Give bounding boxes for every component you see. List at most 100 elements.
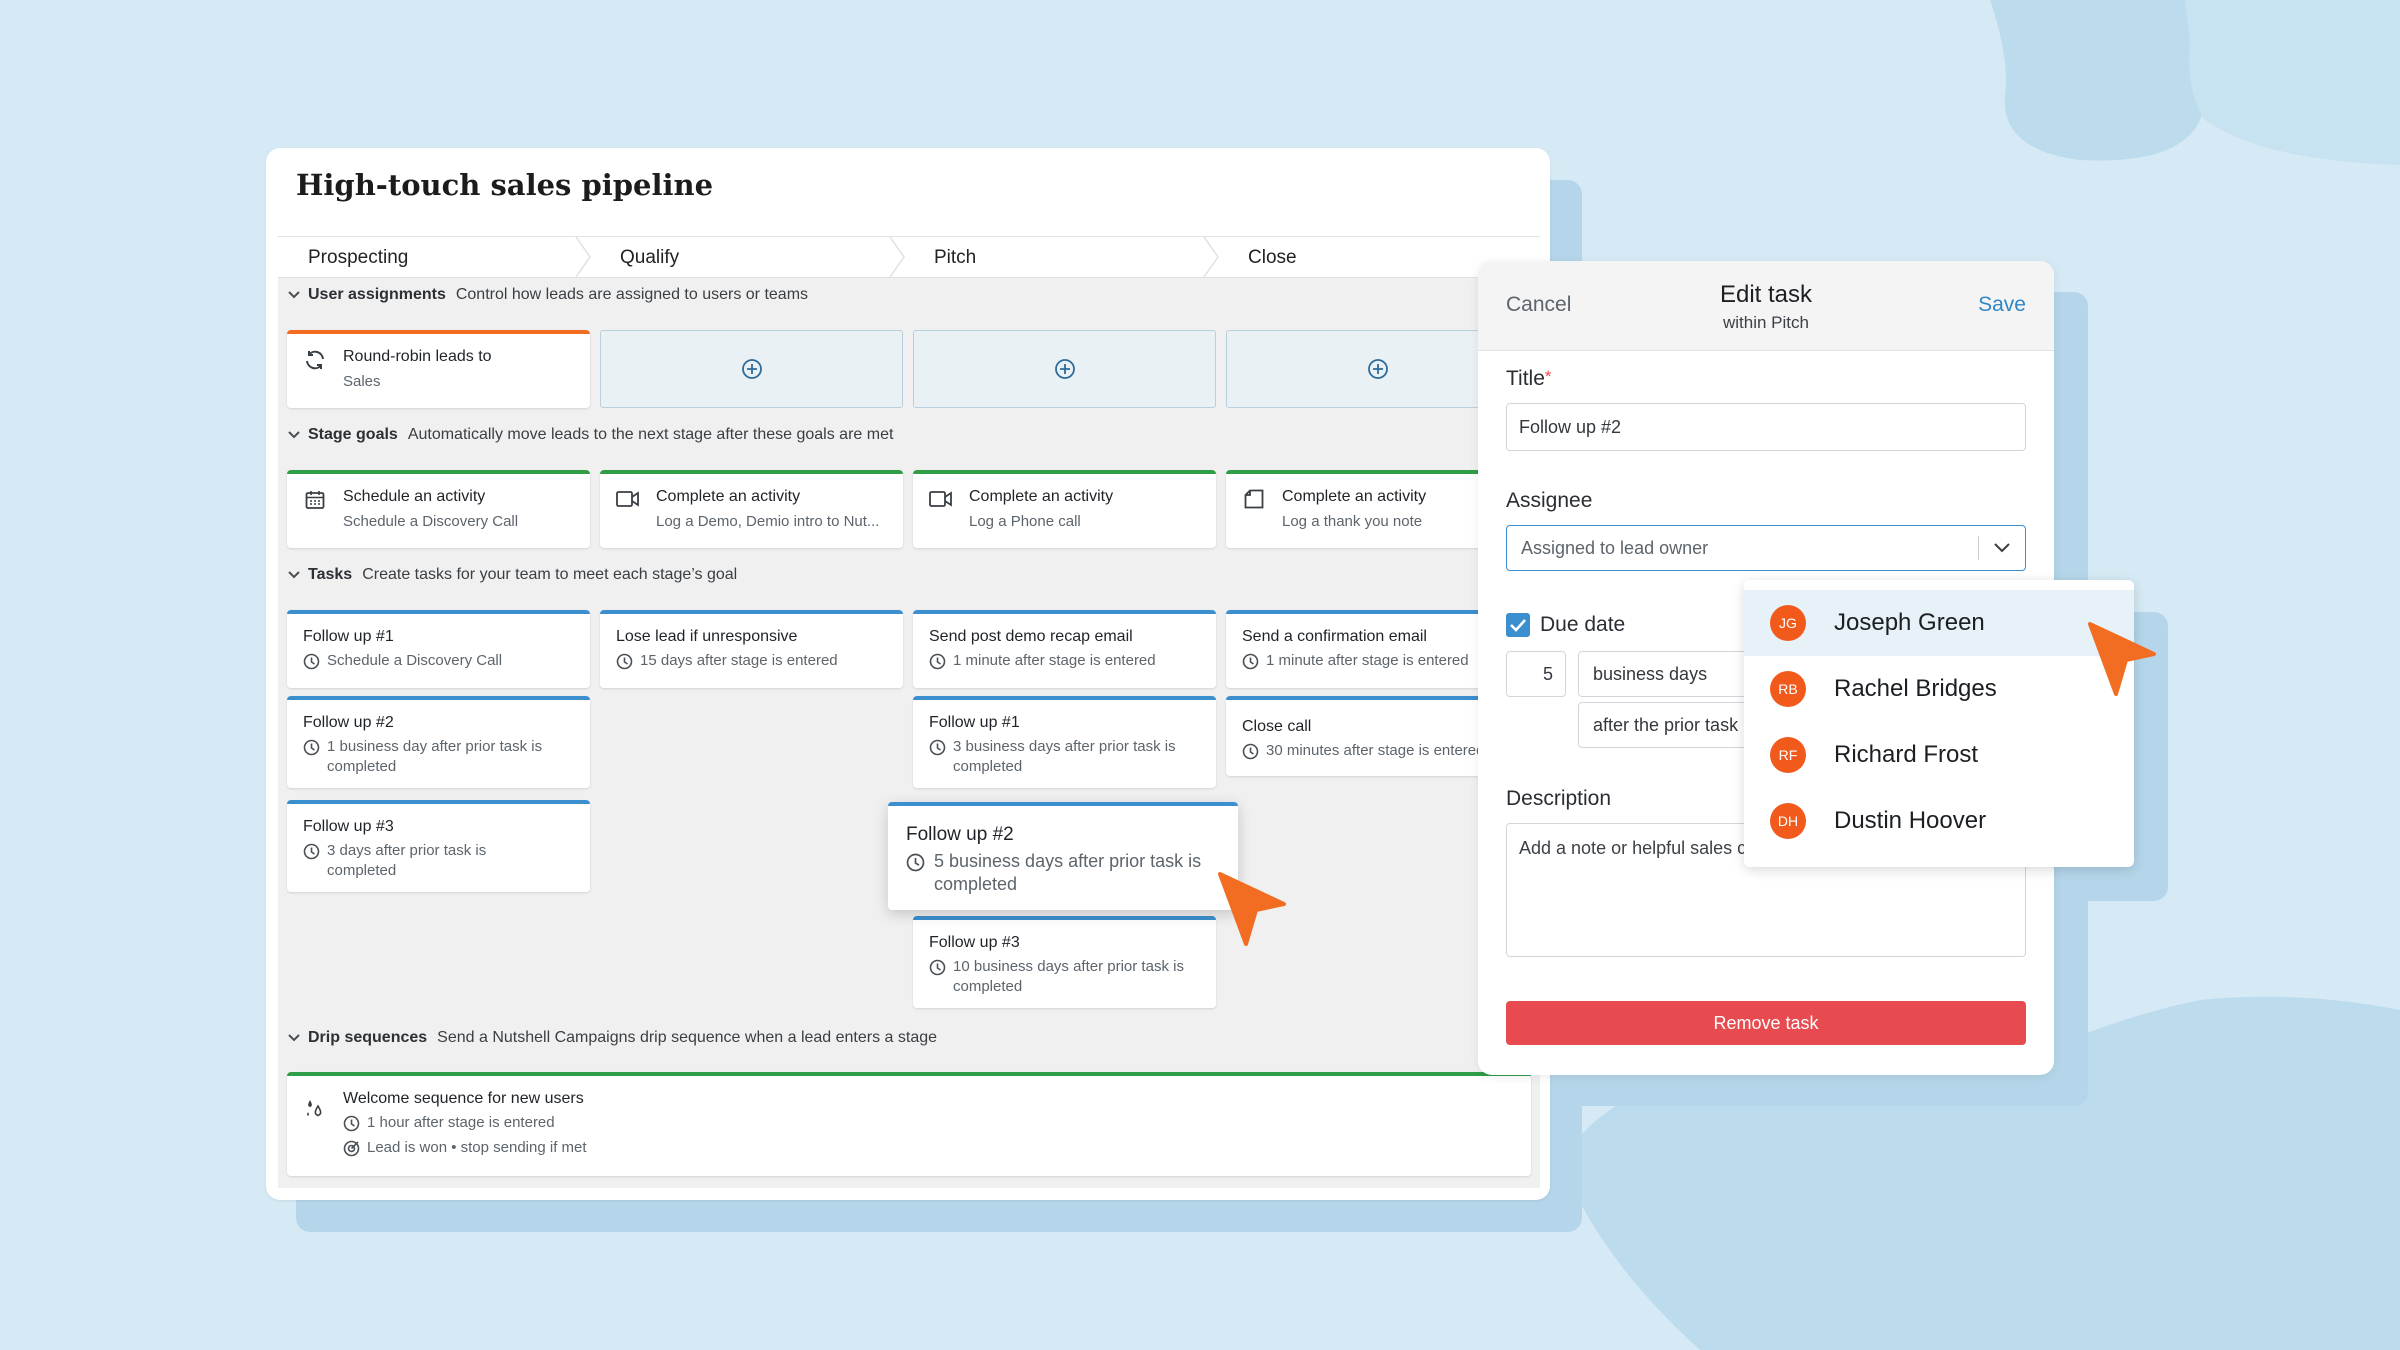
chevron-down-icon	[1994, 543, 2010, 553]
clock-icon	[929, 739, 946, 756]
assignee-name: Richard Frost	[1834, 741, 1979, 768]
tile-subtitle: Schedule a Discovery Call	[327, 652, 503, 669]
section-description: Create tasks for your team to meet each …	[362, 566, 738, 583]
due-date-checkbox[interactable]	[1506, 613, 1530, 637]
cursor-arrow-icon	[1218, 872, 1286, 946]
tile-title: Complete an activity	[656, 488, 801, 505]
cursor-arrow-icon	[2088, 622, 2156, 696]
drip-sequence-tile[interactable]: Welcome sequence for new users 1 hour af…	[287, 1072, 1531, 1176]
goal-tile[interactable]: Complete an activity Log a Demo, Demio i…	[600, 470, 903, 548]
clock-icon	[929, 653, 946, 670]
tile-subtitle: 5 business days after prior task is comp…	[934, 851, 1202, 894]
section-user-assignments[interactable]: User assignments Control how leads are a…	[278, 280, 808, 310]
plus-circle-icon	[1054, 359, 1075, 379]
task-tile[interactable]: Follow up #1 Schedule a Discovery Call	[287, 610, 590, 688]
goal-tile[interactable]: Schedule an activity Schedule a Discover…	[287, 470, 590, 548]
task-tile[interactable]: Send post demo recap email 1 minute afte…	[913, 610, 1216, 688]
tile-accent-line	[287, 470, 590, 474]
assignee-name: Dustin Hoover	[1834, 807, 1987, 834]
tile-accent-line	[600, 470, 903, 474]
tile-accent-line	[913, 470, 1216, 474]
assignee-option[interactable]: DH Dustin Hoover	[1744, 788, 2134, 854]
assignee-option[interactable]: JG Joseph Green	[1744, 590, 2134, 656]
tile-accent-line	[287, 610, 590, 614]
tile-subtitle: Log a Phone call	[969, 513, 1081, 530]
tile-title: Lose lead if unresponsive	[616, 628, 798, 645]
clock-icon	[343, 1115, 360, 1132]
stage-prospecting[interactable]: Prospecting	[308, 237, 408, 277]
tile-subtitle: Sales	[343, 373, 381, 390]
section-tasks[interactable]: Tasks Create tasks for your team to meet…	[278, 560, 737, 590]
task-tile[interactable]: Follow up #3 10 business days after prio…	[913, 916, 1216, 1008]
tile-stop-condition: Lead is won • stop sending if met	[367, 1139, 587, 1156]
section-drip-sequences[interactable]: Drip sequences Send a Nutshell Campaigns…	[278, 1023, 937, 1053]
assignee-label: Assignee	[1506, 489, 1593, 512]
checkmark-icon	[1510, 619, 1526, 632]
tile-title: Send a confirmation email	[1242, 628, 1427, 645]
title-label: Title*	[1506, 367, 1552, 391]
save-button[interactable]: Save	[1978, 293, 2026, 317]
dragged-task-tile[interactable]: Follow up #2 5 business days after prior…	[888, 802, 1238, 910]
tile-subtitle: Log a thank you note	[1282, 513, 1423, 530]
section-title: Tasks	[308, 566, 353, 583]
assignee-select-value: Assigned to lead owner	[1521, 538, 1709, 558]
select-divider	[1978, 536, 1979, 560]
due-date-label: Due date	[1540, 613, 1626, 636]
refresh-icon	[306, 350, 324, 370]
avatar: DH	[1770, 803, 1806, 839]
chevron-down-icon	[280, 290, 308, 300]
avatar: JG	[1770, 605, 1806, 641]
pipeline-panel: High-touch sales pipeline Prospecting Qu…	[266, 148, 1550, 1200]
section-description: Send a Nutshell Campaigns drip sequence …	[437, 1029, 938, 1046]
target-icon	[343, 1140, 360, 1157]
tile-subtitle: 30 minutes after stage is entered	[1266, 742, 1485, 759]
edit-task-title: Edit task	[1719, 281, 1813, 308]
task-tile[interactable]: Follow up #2 1 business day after prior …	[287, 696, 590, 788]
goal-tile[interactable]: Complete an activity Log a Phone call	[913, 470, 1216, 548]
section-stage-goals[interactable]: Stage goals Automatically move leads to …	[278, 420, 893, 450]
add-assignment-button[interactable]	[600, 330, 903, 408]
tile-title: Round-robin leads to	[343, 348, 492, 365]
add-assignment-button[interactable]	[913, 330, 1216, 408]
section-description: Automatically move leads to the next sta…	[407, 426, 894, 443]
tile-accent-line	[287, 800, 590, 804]
clock-icon	[929, 959, 946, 976]
tile-accent-line	[913, 696, 1216, 700]
tile-title: Send post demo recap email	[929, 628, 1133, 645]
assignee-option[interactable]: RB Rachel Bridges	[1744, 656, 2134, 722]
plus-circle-icon	[741, 359, 762, 379]
tile-accent-line	[287, 1072, 1531, 1076]
assignee-select[interactable]: Assigned to lead owner	[1506, 525, 2026, 571]
assignee-option[interactable]: RF Richard Frost	[1744, 722, 2134, 788]
clock-icon	[303, 653, 320, 670]
assignment-tile[interactable]: Round-robin leads to Sales	[287, 330, 590, 408]
section-title: User assignments	[308, 286, 446, 303]
remove-task-button[interactable]: Remove task	[1506, 1001, 2026, 1045]
section-description: Control how leads are assigned to users …	[455, 286, 809, 303]
task-tile[interactable]: Lose lead if unresponsive 15 days after …	[600, 610, 903, 688]
task-tile[interactable]: Follow up #3 3 days after prior task is …	[287, 800, 590, 892]
tile-title: Follow up #2	[906, 824, 1014, 845]
video-icon	[616, 491, 639, 507]
stage-qualify[interactable]: Qualify	[620, 237, 679, 277]
pipeline-title: High-touch sales pipeline	[296, 168, 714, 202]
tile-subtitle: 3 business days after prior task is comp…	[953, 738, 1176, 775]
clock-icon	[1242, 653, 1259, 670]
stage-divider	[1203, 237, 1219, 277]
stage-pitch[interactable]: Pitch	[934, 237, 976, 277]
title-input[interactable]: Follow up #2	[1506, 403, 2026, 451]
tile-title: Follow up #3	[929, 934, 1020, 951]
tile-subtitle: 15 days after stage is entered	[640, 652, 838, 669]
stage-close[interactable]: Close	[1248, 237, 1297, 277]
due-number-input[interactable]: 5	[1506, 651, 1566, 697]
title-label-text: Title	[1506, 367, 1545, 390]
tile-title: Follow up #1	[929, 714, 1020, 731]
clock-icon	[303, 843, 320, 860]
chevron-down-icon	[280, 430, 308, 440]
plus-circle-icon	[1367, 359, 1388, 379]
assignee-dropdown: JG Joseph Green RB Rachel Bridges RF Ric…	[1744, 580, 2134, 867]
drops-icon	[307, 1100, 322, 1117]
clock-icon	[303, 739, 320, 756]
tile-subtitle: Log a Demo, Demio intro to Nut...	[656, 513, 880, 530]
task-tile[interactable]: Follow up #1 3 business days after prior…	[913, 696, 1216, 788]
